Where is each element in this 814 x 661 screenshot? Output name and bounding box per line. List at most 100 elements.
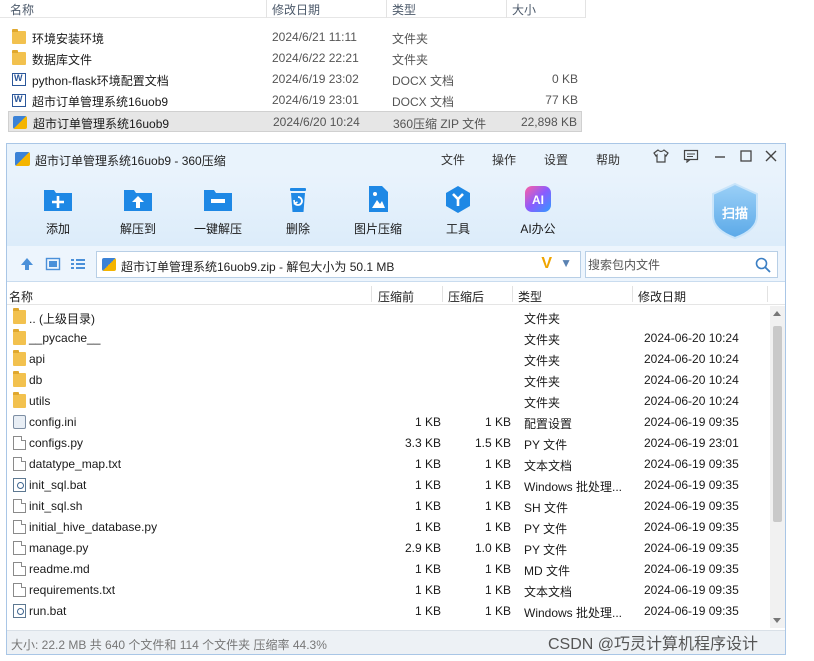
- menu-file[interactable]: 文件: [441, 151, 465, 168]
- explorer-row-date: 2024/6/19 23:01: [272, 93, 359, 107]
- file-date: 2024-06-19 09:35: [644, 457, 739, 471]
- v-logo-icon[interactable]: V: [541, 255, 552, 273]
- explorer-row[interactable]: python-flask环境配置文档 2024/6/19 23:02 DOCX 文档…: [8, 69, 582, 90]
- file-type: 文件夹: [524, 354, 561, 368]
- file-row[interactable]: run.bat 1 KB 1 KB Windows 批处理... 2024-06-19 …: [7, 600, 769, 621]
- file-size-before: 1 KB: [414, 478, 441, 492]
- file-row[interactable]: readme.md 1 KB 1 KB MD 文件 2024-06-19 09:35: [7, 558, 769, 579]
- file-row[interactable]: datatype_map.txt 1 KB 1 KB 文本文档 2024-06-19 0…: [7, 453, 769, 474]
- explorer-col-name[interactable]: 名称: [10, 1, 34, 18]
- file-row[interactable]: config.ini 1 KB 1 KB 配置设置 2024-06-19 09:35: [7, 411, 769, 432]
- status-text: 大小: 22.2 MB 共 640 个文件和 114 个文件夹 压缩率 44.3…: [11, 638, 327, 652]
- toolbar-button-ai-office[interactable]: AI AI办公: [502, 182, 574, 242]
- file-row[interactable]: manage.py 2.9 KB 1.0 KB PY 文件 2024-06-19 09:…: [7, 537, 769, 558]
- explorer-row[interactable]: 环境安装环境 2024/6/21 11:11 文件夹: [8, 27, 582, 48]
- archive-path-field[interactable]: 超市订单管理系统16uob9.zip - 解包大小为 50.1 MB V ▼: [96, 251, 581, 278]
- file-date: 2024-06-19 09:35: [644, 478, 739, 492]
- scrollbar-thumb[interactable]: [773, 326, 782, 522]
- explorer-col-size[interactable]: 大小: [512, 1, 536, 18]
- explorer-col-type[interactable]: 类型: [392, 1, 416, 18]
- file-size-after: 1.0 KB: [474, 541, 511, 555]
- skin-shirt-icon[interactable]: [652, 149, 670, 167]
- thumbnail-view-icon[interactable]: [45, 256, 61, 272]
- file-icon: [13, 499, 26, 513]
- explorer-col-date[interactable]: 修改日期: [272, 1, 320, 18]
- list-view-icon[interactable]: [70, 256, 86, 272]
- toolbar-button-label: 一键解压: [193, 222, 242, 236]
- column-separator: [512, 286, 513, 302]
- file-row[interactable]: configs.py 3.3 KB 1.5 KB PY 文件 2024-06-19 23…: [7, 432, 769, 453]
- search-icon[interactable]: [755, 257, 771, 273]
- explorer-row-type: DOCX 文档: [392, 95, 455, 109]
- file-type: 文本文档: [524, 459, 573, 473]
- menu-operate[interactable]: 操作: [492, 151, 516, 168]
- file-row[interactable]: init_sql.bat 1 KB 1 KB Windows 批处理... 2024-0…: [7, 474, 769, 495]
- menu-settings[interactable]: 设置: [544, 151, 568, 168]
- file-name: configs.py: [29, 436, 84, 450]
- archive-search-input[interactable]: [588, 256, 748, 274]
- col-before[interactable]: 压缩前: [378, 288, 414, 305]
- feedback-icon[interactable]: [682, 149, 700, 167]
- up-arrow-icon[interactable]: [19, 256, 35, 272]
- file-date: 2024-06-19 09:35: [644, 562, 739, 576]
- scan-button[interactable]: 扫描: [709, 182, 761, 240]
- menu-help[interactable]: 帮助: [596, 151, 620, 168]
- file-name: db: [29, 373, 43, 387]
- toolbar-button-delete[interactable]: 删除: [262, 182, 334, 242]
- col-name[interactable]: 名称: [9, 288, 33, 305]
- explorer-row-name: 超市订单管理系统16uob9: [32, 95, 169, 109]
- toolbar-button-image-compress[interactable]: 图片压缩: [342, 182, 414, 242]
- file-size-after: 1 KB: [484, 478, 511, 492]
- file-row[interactable]: .. (上级目录) 文件夹: [7, 306, 769, 327]
- toolbar-button-extract-to[interactable]: 解压到: [102, 182, 174, 242]
- file-size-before: 1 KB: [414, 499, 441, 513]
- file-date: 2024-06-19 23:01: [644, 436, 739, 450]
- column-separator: [632, 286, 633, 302]
- col-type[interactable]: 类型: [518, 288, 542, 305]
- folder-icon: [13, 350, 26, 366]
- vertical-scrollbar[interactable]: [770, 306, 785, 628]
- file-row[interactable]: requirements.txt 1 KB 1 KB 文本文档 2024-06-19 0…: [7, 579, 769, 600]
- explorer-row[interactable]: 超市订单管理系统16uob9 2024/6/20 10:24 360压缩 ZIP 文…: [8, 111, 582, 132]
- explorer-row-type: 360压缩 ZIP 文件: [393, 117, 487, 131]
- toolbar-button-add[interactable]: 添加: [22, 182, 94, 242]
- file-row[interactable]: initial_hive_database.py 1 KB 1 KB PY 文件 202…: [7, 516, 769, 537]
- image-compress-icon: [362, 184, 394, 214]
- file-size-after: 1 KB: [484, 415, 511, 429]
- file-date: 2024-06-20 10:24: [644, 352, 739, 366]
- title-bar[interactable]: 超市订单管理系统16uob9 - 360压缩 文件 操作 设置 帮助: [7, 144, 785, 174]
- explorer-row-date: 2024/6/21 11:11: [272, 30, 357, 44]
- file-row[interactable]: api 文件夹 2024-06-20 10:24: [7, 348, 769, 369]
- file-size-after: 1.5 KB: [474, 436, 511, 450]
- file-name: readme.md: [29, 562, 90, 576]
- scroll-up-icon[interactable]: [773, 311, 781, 316]
- maximize-icon[interactable]: [737, 149, 755, 167]
- column-separator: [386, 0, 387, 18]
- file-name: config.ini: [29, 415, 77, 429]
- col-after[interactable]: 压缩后: [448, 288, 484, 305]
- explorer-row[interactable]: 数据库文件 2024/6/22 22:21 文件夹: [8, 48, 582, 69]
- explorer-row[interactable]: 超市订单管理系统16uob9 2024/6/19 23:01 DOCX 文档 77 K…: [8, 90, 582, 111]
- file-row[interactable]: utils 文件夹 2024-06-20 10:24: [7, 390, 769, 411]
- file-size-after: 1 KB: [484, 457, 511, 471]
- scroll-down-icon[interactable]: [773, 618, 781, 623]
- toolbar-button-label: 添加: [45, 222, 70, 236]
- toolbar-button-tools[interactable]: 工具: [422, 182, 494, 242]
- explorer-row-type: DOCX 文档: [392, 74, 455, 88]
- col-date[interactable]: 修改日期: [638, 288, 686, 305]
- file-type: PY 文件: [524, 522, 568, 536]
- toolbar-button-one-click-extract[interactable]: 一键解压: [182, 182, 254, 242]
- file-row[interactable]: __pycache__ 文件夹 2024-06-20 10:24: [7, 327, 769, 348]
- file-type: MD 文件: [524, 564, 570, 578]
- close-icon[interactable]: [762, 149, 780, 167]
- zip-app-icon: [15, 152, 30, 166]
- folder-icon: [12, 50, 26, 65]
- file-row[interactable]: db 文件夹 2024-06-20 10:24: [7, 369, 769, 390]
- path-dropdown-icon[interactable]: ▼: [560, 256, 572, 270]
- scan-label: 扫描: [721, 206, 748, 221]
- minimize-icon[interactable]: [711, 149, 729, 167]
- folder-icon: [13, 392, 26, 408]
- main-toolbar: 添加 解压到 一键解压 删除 图片压缩 工具 AI AI办公 扫描: [7, 174, 785, 246]
- file-row[interactable]: init_sql.sh 1 KB 1 KB SH 文件 2024-06-19 09:35: [7, 495, 769, 516]
- archive-search-box: [585, 251, 778, 278]
